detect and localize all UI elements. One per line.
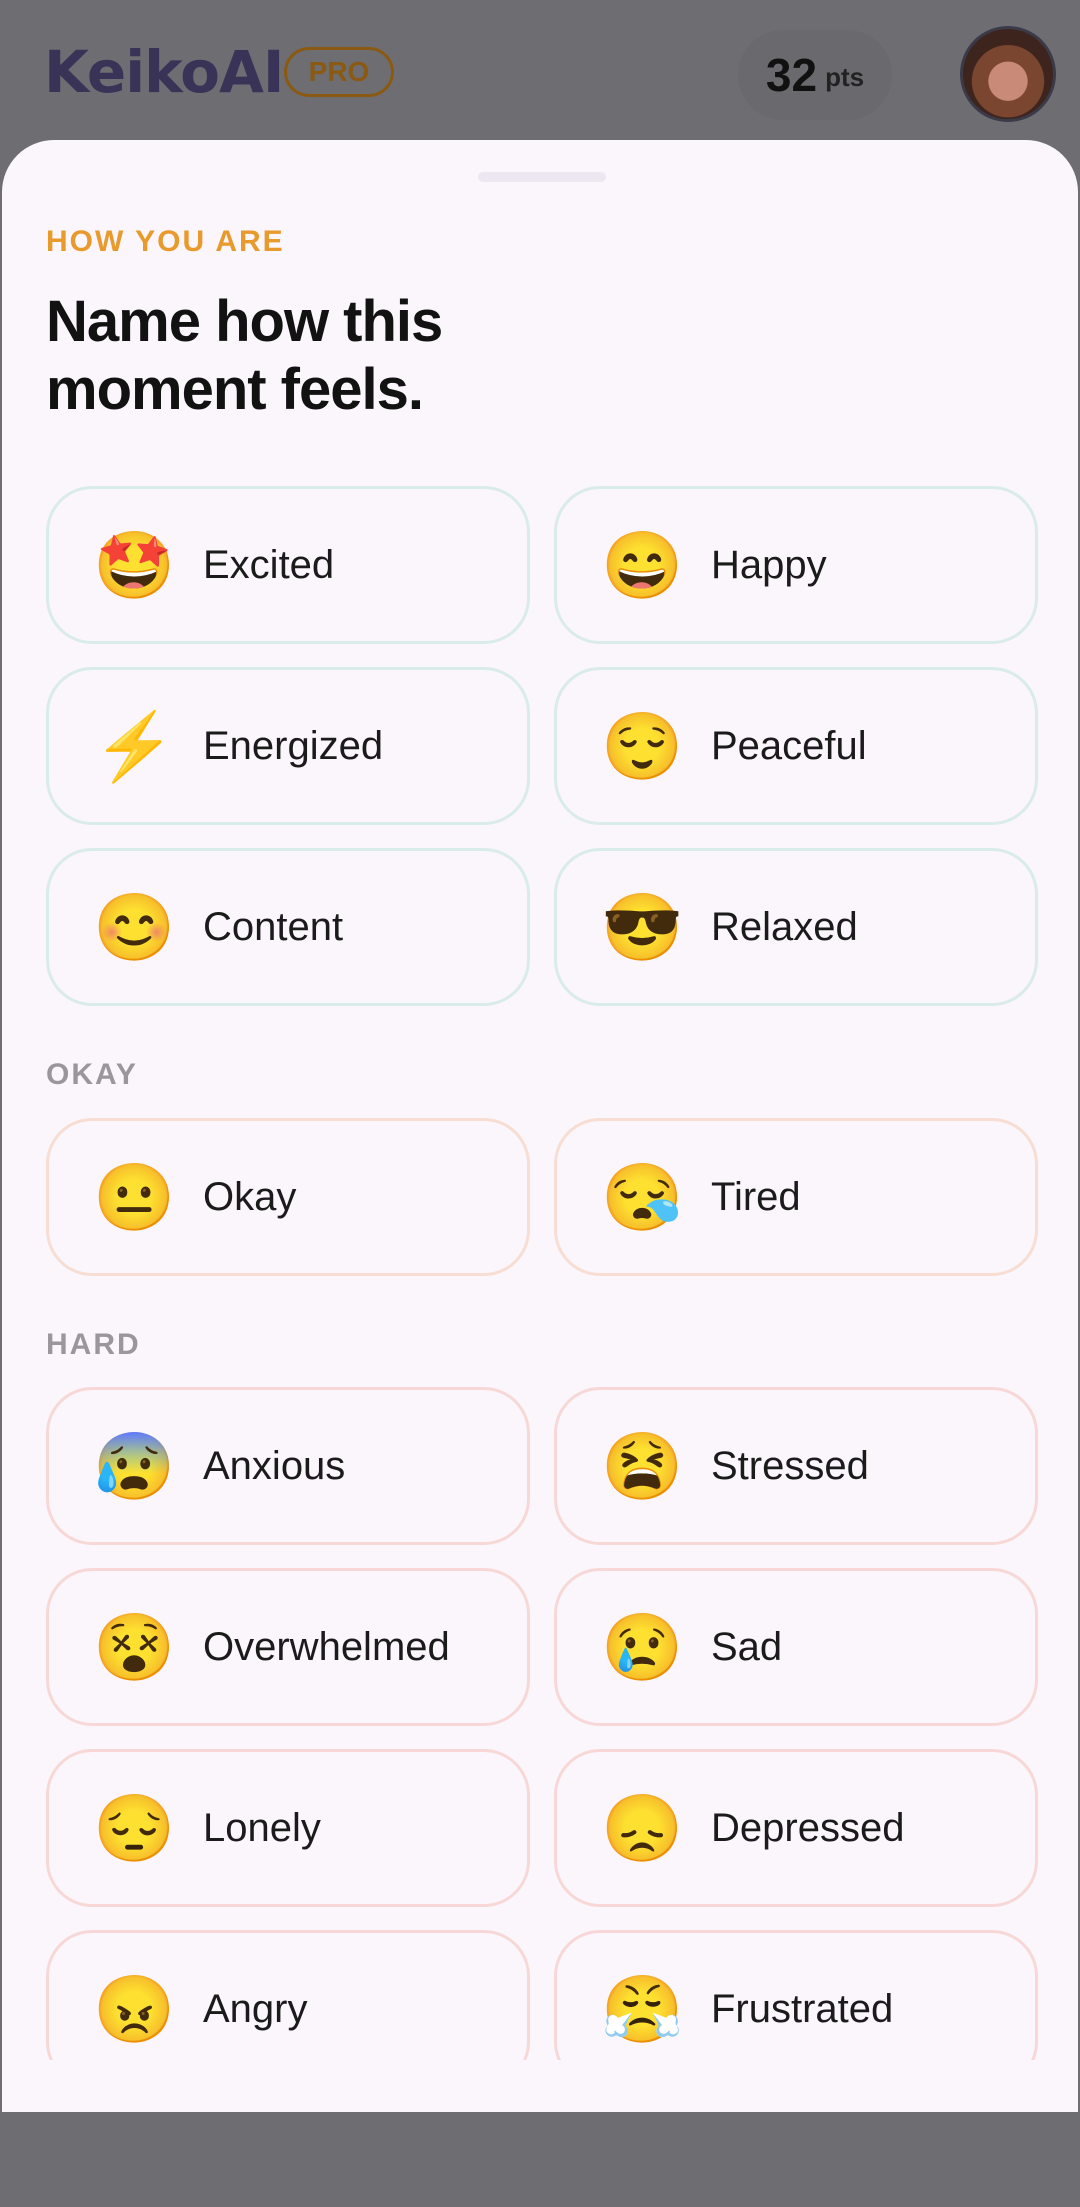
overlay-footer — [0, 2112, 1080, 2207]
star-struck-icon: 🤩 — [93, 528, 176, 602]
mood-label: Okay — [203, 1174, 297, 1219]
crying-face-icon: 😢 — [601, 1610, 684, 1684]
section-label-okay: OKAY — [46, 1058, 138, 1091]
mood-label: Frustrated — [711, 1986, 894, 2031]
anxious-face-icon: 😰 — [93, 1429, 176, 1503]
relieved-face-icon: 😌 — [601, 709, 684, 783]
mood-label: Angry — [203, 1986, 308, 2031]
pro-badge: PRO — [284, 47, 394, 97]
mood-label: Content — [203, 904, 344, 949]
mood-option-relaxed[interactable]: 😎 Relaxed — [554, 848, 1038, 1006]
mood-label: Depressed — [711, 1805, 905, 1850]
points-unit: pts — [825, 61, 865, 92]
tired-face-icon: 😫 — [601, 1429, 684, 1503]
mood-option-anxious[interactable]: 😰 Anxious — [46, 1387, 530, 1545]
mood-label: Relaxed — [711, 904, 858, 949]
mood-option-stressed[interactable]: 😫 Stressed — [554, 1387, 1038, 1545]
list-fade — [2, 2060, 1078, 2112]
mood-option-lonely[interactable]: 😔 Lonely — [46, 1749, 530, 1907]
mood-option-excited[interactable]: 🤩 Excited — [46, 486, 530, 644]
pensive-face-icon: 😔 — [93, 1791, 176, 1865]
mood-option-depressed[interactable]: 😞 Depressed — [554, 1749, 1038, 1907]
mood-label: Stressed — [711, 1443, 869, 1488]
mood-label: Peaceful — [711, 723, 867, 768]
neutral-face-icon: 😐 — [93, 1160, 176, 1234]
drag-handle[interactable] — [478, 172, 606, 182]
points-pill[interactable]: 32 pts — [738, 30, 892, 120]
mood-option-overwhelmed[interactable]: 😵 Overwhelmed — [46, 1568, 530, 1726]
sheet-title: Name how this moment feels. — [46, 289, 443, 422]
mood-option-energized[interactable]: ⚡ Energized — [46, 667, 530, 825]
grinning-face-icon: 😄 — [601, 528, 684, 602]
mood-label: Anxious — [203, 1443, 346, 1488]
smiling-face-icon: 😊 — [93, 890, 176, 964]
mood-label: Energized — [203, 723, 384, 768]
mood-label: Overwhelmed — [203, 1624, 450, 1669]
mood-option-content[interactable]: 😊 Content — [46, 848, 530, 1006]
points-value: 32 — [765, 49, 818, 101]
avatar[interactable] — [960, 26, 1056, 122]
disappointed-face-icon: 😞 — [601, 1791, 684, 1865]
mood-option-sad[interactable]: 😢 Sad — [554, 1568, 1038, 1726]
sunglasses-face-icon: 😎 — [601, 890, 684, 964]
dizzy-face-icon: 😵 — [93, 1610, 176, 1684]
mood-label: Excited — [203, 542, 335, 587]
mood-option-okay[interactable]: 😐 Okay — [46, 1118, 530, 1276]
mood-option-tired[interactable]: 😪 Tired — [554, 1118, 1038, 1276]
mood-sheet: HOW YOU ARE Name how this moment feels. … — [2, 140, 1078, 2112]
mood-label: Lonely — [203, 1805, 321, 1850]
mood-label: Tired — [711, 1174, 801, 1219]
app-header: KeikoAI PRO 32 pts — [0, 0, 1080, 150]
app-logo: KeikoAI — [44, 38, 284, 106]
mood-option-peaceful[interactable]: 😌 Peaceful — [554, 667, 1038, 825]
angry-face-icon: 😠 — [93, 1972, 176, 2046]
sheet-eyebrow: HOW YOU ARE — [46, 225, 285, 258]
section-label-hard: HARD — [46, 1328, 141, 1361]
lightning-icon: ⚡ — [93, 709, 176, 783]
mood-option-happy[interactable]: 😄 Happy — [554, 486, 1038, 644]
mood-label: Sad — [711, 1624, 783, 1669]
steam-face-icon: 😤 — [601, 1972, 684, 2046]
mood-label: Happy — [711, 542, 827, 587]
sleepy-face-icon: 😪 — [601, 1160, 684, 1234]
